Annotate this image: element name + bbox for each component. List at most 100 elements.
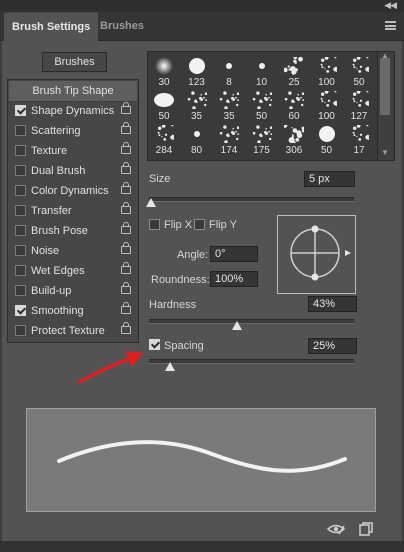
lock-icon[interactable] [121,302,131,314]
shape-dynamics-checkbox[interactable] [15,105,26,116]
brush-preset-4[interactable]: 10 [246,54,278,88]
flip-y-checkbox[interactable] [194,219,205,230]
dual-brush-checkbox[interactable] [15,165,26,176]
lock-icon[interactable] [121,142,131,154]
brush-pose-checkbox[interactable] [15,225,26,236]
setting-build-up[interactable]: Build-up [9,281,137,301]
collapse-panel-button[interactable]: ◀◀ [384,0,397,11]
brush-preset-9[interactable]: 35 [181,88,213,122]
color-dynamics-checkbox[interactable] [15,185,26,196]
build-up-checkbox[interactable] [15,285,26,296]
lock-icon[interactable] [121,282,131,294]
brush-preset-2[interactable]: 123 [181,54,213,88]
brush-tip-hard-icon [187,57,207,75]
brush-preset-7[interactable]: 50 [343,54,375,88]
brush-preset-13[interactable]: 100 [311,88,343,122]
lock-icon[interactable] [121,202,131,214]
setting-shape-dynamics[interactable]: Shape Dynamics [9,101,137,121]
brush-tip-speck-icon [252,57,272,75]
tab-brushes[interactable]: Brushes [92,12,152,40]
setting-smoothing[interactable]: Smoothing [9,301,137,321]
lock-icon[interactable] [121,222,131,234]
transfer-checkbox[interactable] [15,205,26,216]
brush-preset-21[interactable]: 17 [343,122,375,156]
lock-icon[interactable] [121,102,131,114]
spacing-slider-track[interactable] [149,359,354,364]
flip-x-checkbox[interactable] [149,219,160,230]
angle-circle-icon[interactable] [278,216,355,293]
hamburger-menu-icon[interactable] [385,21,396,30]
lock-icon[interactable] [121,262,131,274]
setting-color-dynamics[interactable]: Color Dynamics [9,181,137,201]
brush-preset-11[interactable]: 50 [246,88,278,122]
new-preset-icon[interactable] [359,522,373,536]
setting-noise[interactable]: Noise [9,241,137,261]
noise-label: Noise [31,245,60,257]
lock-icon[interactable] [121,182,131,194]
brush-preset-16[interactable]: 80 [181,122,213,156]
roundness-label: Roundness: [151,274,210,286]
hardness-slider-thumb[interactable] [232,321,243,330]
brush-preset-14[interactable]: 127 [343,88,375,122]
brush-tip-leaf-icon [282,122,306,144]
brush-tip-splatter-icon [283,55,304,75]
setting-brush-tip-shape[interactable]: Brush Tip Shape [9,81,137,102]
brush-size-label: 17 [353,145,365,156]
brush-preset-grid[interactable]: 30 123 8 10 25 100 50 50 35 35 50 60 100 127 284 80 174 1… [147,51,378,161]
size-slider-track[interactable] [149,197,354,202]
brush-preset-8[interactable]: 50 [148,88,180,122]
size-input[interactable]: 5 px [304,171,355,187]
smoothing-checkbox[interactable] [15,305,26,316]
brush-preset-20[interactable]: 50 [311,122,343,156]
spacing-input[interactable]: 25% [308,338,357,354]
brush-preset-5[interactable]: 25 [278,54,310,88]
hardness-slider-track[interactable] [149,319,354,324]
size-slider-thumb[interactable] [146,198,157,207]
roundness-input[interactable]: 100% [210,271,258,287]
brushes-button[interactable]: Brushes [42,52,107,72]
shape-dynamics-label: Shape Dynamics [31,105,115,117]
eye-visibility-icon[interactable] [327,522,345,536]
setting-protect-texture[interactable]: Protect Texture [9,321,137,341]
texture-checkbox[interactable] [15,145,26,156]
brush-angle-preview[interactable] [277,215,356,294]
angle-input[interactable]: 0° [210,246,258,262]
brush-preset-17[interactable]: 174 [213,122,245,156]
brush-preset-19[interactable]: 306 [278,122,310,156]
setting-wet-edges[interactable]: Wet Edges [9,261,137,281]
lock-icon[interactable] [121,242,131,254]
brush-preset-18[interactable]: 175 [246,122,278,156]
spacing-slider-thumb[interactable] [164,362,175,371]
scroll-down-icon[interactable]: ▼ [381,148,389,157]
brush-tip-grass-icon [219,125,240,144]
protect-texture-checkbox[interactable] [15,325,26,336]
scattering-checkbox[interactable] [15,125,26,136]
lock-icon[interactable] [121,162,131,174]
brush-preset-15[interactable]: 284 [148,122,180,156]
wet-edges-checkbox[interactable] [15,265,26,276]
brush-preset-10[interactable]: 35 [213,88,245,122]
brush-preset-6[interactable]: 100 [311,54,343,88]
brush-size-label: 10 [255,77,268,88]
brush-preset-1[interactable]: 30 [148,54,180,88]
lock-icon[interactable] [121,122,131,134]
preset-scroll-thumb[interactable] [380,58,390,115]
brush-tip-hard-icon [317,125,337,143]
wet-edges-label: Wet Edges [31,265,85,277]
noise-checkbox[interactable] [15,245,26,256]
brush-preset-3[interactable]: 8 [213,54,245,88]
setting-scattering[interactable]: Scattering [9,121,137,141]
stroke-preview-curve [57,440,347,473]
setting-dual-brush[interactable]: Dual Brush [9,161,137,181]
lock-icon[interactable] [121,322,131,334]
brush-size-label: 30 [158,77,170,88]
setting-texture[interactable]: Texture [9,141,137,161]
setting-transfer[interactable]: Transfer [9,201,137,221]
brush-preset-12[interactable]: 60 [278,88,310,122]
tab-brush-settings[interactable]: Brush Settings [4,12,99,41]
scroll-up-icon[interactable]: ▲ [381,51,389,60]
setting-brush-pose[interactable]: Brush Pose [9,221,137,241]
brush-size-label: 25 [288,77,300,88]
brush-tip-spray-icon [219,91,240,110]
hardness-input[interactable]: 43% [308,296,357,312]
